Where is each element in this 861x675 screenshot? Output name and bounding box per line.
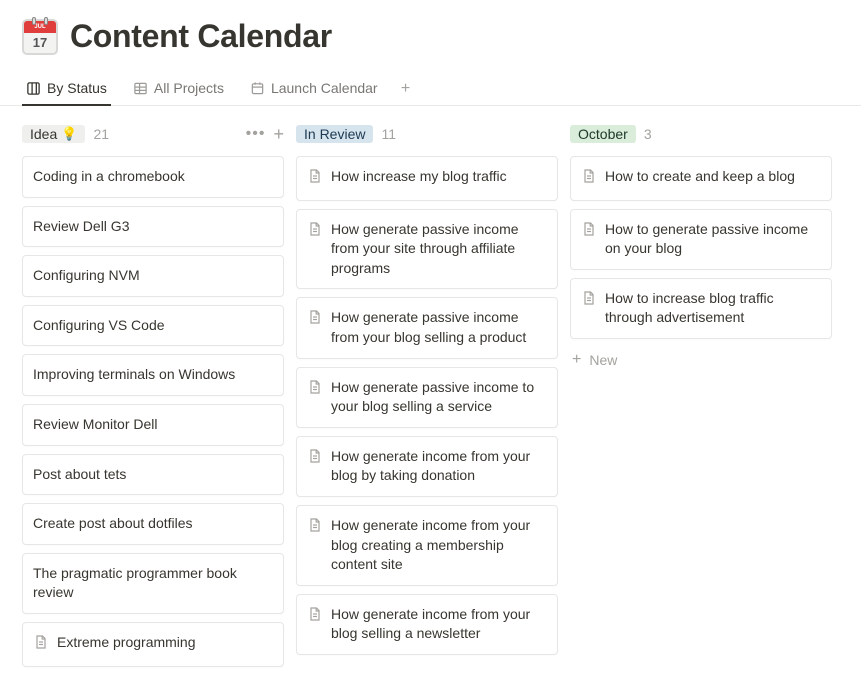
card[interactable]: How increase my blog traffic xyxy=(296,156,558,201)
column-add-card-button[interactable]: + xyxy=(273,125,284,143)
card-title: The pragmatic programmer book review xyxy=(33,564,273,603)
page-icon xyxy=(307,517,323,539)
tab-label: Launch Calendar xyxy=(271,80,378,96)
card-title: Extreme programming xyxy=(57,633,196,653)
board-icon xyxy=(26,81,41,96)
column-cards: How increase my blog traffic How generate… xyxy=(296,156,558,655)
column-idea: Idea 💡 21 ••• + Coding in a chromebook Re… xyxy=(22,120,284,675)
column-cards: How to create and keep a blog How to gene… xyxy=(570,156,832,339)
column-header: October 3 xyxy=(570,120,832,148)
new-card-button[interactable]: + New xyxy=(570,347,832,373)
column-label-in-review[interactable]: In Review xyxy=(296,125,373,143)
column-label-october[interactable]: October xyxy=(570,125,636,143)
card[interactable]: How generate income from your blog creat… xyxy=(296,505,558,586)
card-title: How to generate passive income on your b… xyxy=(605,220,821,259)
card-title: Configuring VS Code xyxy=(33,316,165,336)
column-header: In Review 11 xyxy=(296,120,558,148)
column-in-review: In Review 11 How increase my blog traffi… xyxy=(296,120,558,675)
page-icon xyxy=(307,379,323,401)
column-october: October 3 How to create and keep a blogH… xyxy=(570,120,832,675)
board: Idea 💡 21 ••• + Coding in a chromebook Re… xyxy=(22,120,839,675)
plus-icon: + xyxy=(572,351,581,369)
column-cards: Coding in a chromebook Review Dell G3 Conf… xyxy=(22,156,284,667)
tab-label: All Projects xyxy=(154,80,224,96)
page-icon xyxy=(581,290,597,312)
card-title: How generate passive income from your si… xyxy=(331,220,547,279)
card[interactable]: Post about tets xyxy=(22,454,284,496)
card-title: How generate income from your blog by ta… xyxy=(331,447,547,486)
lightbulb-icon: 💡 xyxy=(61,126,77,142)
column-count: 3 xyxy=(644,126,652,142)
card[interactable]: How generate income from your blog selli… xyxy=(296,594,558,655)
page-icon xyxy=(307,309,323,331)
column-label-text: In Review xyxy=(304,126,365,142)
column-header: Idea 💡 21 ••• + xyxy=(22,120,284,148)
card-title: Create post about dotfiles xyxy=(33,514,193,534)
add-view-button[interactable]: + xyxy=(396,79,416,99)
table-icon xyxy=(133,81,148,96)
column-count: 11 xyxy=(381,126,396,142)
card[interactable]: How generate income from your blog by ta… xyxy=(296,436,558,497)
card[interactable]: Create post about dotfiles xyxy=(22,503,284,545)
card-title: Post about tets xyxy=(33,465,126,485)
page-icon xyxy=(581,221,597,243)
card[interactable]: How generate passive income to your blog… xyxy=(296,367,558,428)
card-title: Coding in a chromebook xyxy=(33,167,185,187)
tab-label: By Status xyxy=(47,80,107,96)
page-icon xyxy=(307,448,323,470)
card[interactable]: How to increase blog traffic through adv… xyxy=(570,278,832,339)
card[interactable]: Review Dell G3 xyxy=(22,206,284,248)
card[interactable]: Improving terminals on Windows xyxy=(22,354,284,396)
tab-all-projects[interactable]: All Projects xyxy=(129,74,228,106)
page-icon xyxy=(33,634,49,656)
card-title: Review Monitor Dell xyxy=(33,415,157,435)
new-card-label: New xyxy=(589,352,617,368)
card[interactable]: Review Monitor Dell xyxy=(22,404,284,446)
card-title: How generate income from your blog selli… xyxy=(331,605,547,644)
card[interactable]: Configuring VS Code xyxy=(22,305,284,347)
page-title: Content Calendar xyxy=(70,18,332,55)
view-tabs: By Status All Projects Launch Calendar + xyxy=(0,73,861,106)
card[interactable]: The pragmatic programmer book review xyxy=(22,553,284,614)
column-label-text: Idea xyxy=(30,126,57,142)
card[interactable]: How to generate passive income on your b… xyxy=(570,209,832,270)
column-label-idea[interactable]: Idea 💡 xyxy=(22,125,85,143)
page-icon xyxy=(307,606,323,628)
page-icon xyxy=(307,168,323,190)
page-calendar-icon: 17 xyxy=(22,19,58,55)
card-title: Improving terminals on Windows xyxy=(33,365,235,385)
column-menu-button[interactable]: ••• xyxy=(246,126,266,142)
card-title: How generate passive income from your bl… xyxy=(331,308,547,347)
card[interactable]: Configuring NVM xyxy=(22,255,284,297)
page-icon xyxy=(307,221,323,243)
column-count: 21 xyxy=(93,126,109,142)
column-label-text: October xyxy=(578,126,628,142)
card-title: How to increase blog traffic through adv… xyxy=(605,289,821,328)
card-title: How increase my blog traffic xyxy=(331,167,507,187)
card[interactable]: How to create and keep a blog xyxy=(570,156,832,201)
card[interactable]: Coding in a chromebook xyxy=(22,156,284,198)
page-icon xyxy=(581,168,597,190)
card[interactable]: How generate passive income from your si… xyxy=(296,209,558,290)
tab-launch-calendar[interactable]: Launch Calendar xyxy=(246,74,382,106)
tab-by-status[interactable]: By Status xyxy=(22,74,111,106)
page-header: 17 Content Calendar xyxy=(22,18,839,55)
card[interactable]: Extreme programming xyxy=(22,622,284,667)
card-title: How generate passive income to your blog… xyxy=(331,378,547,417)
card-title: Review Dell G3 xyxy=(33,217,129,237)
card-title: How to create and keep a blog xyxy=(605,167,795,187)
card-title: How generate income from your blog creat… xyxy=(331,516,547,575)
card[interactable]: How generate passive income from your bl… xyxy=(296,297,558,358)
calendar-icon xyxy=(250,81,265,96)
card-title: Configuring NVM xyxy=(33,266,140,286)
